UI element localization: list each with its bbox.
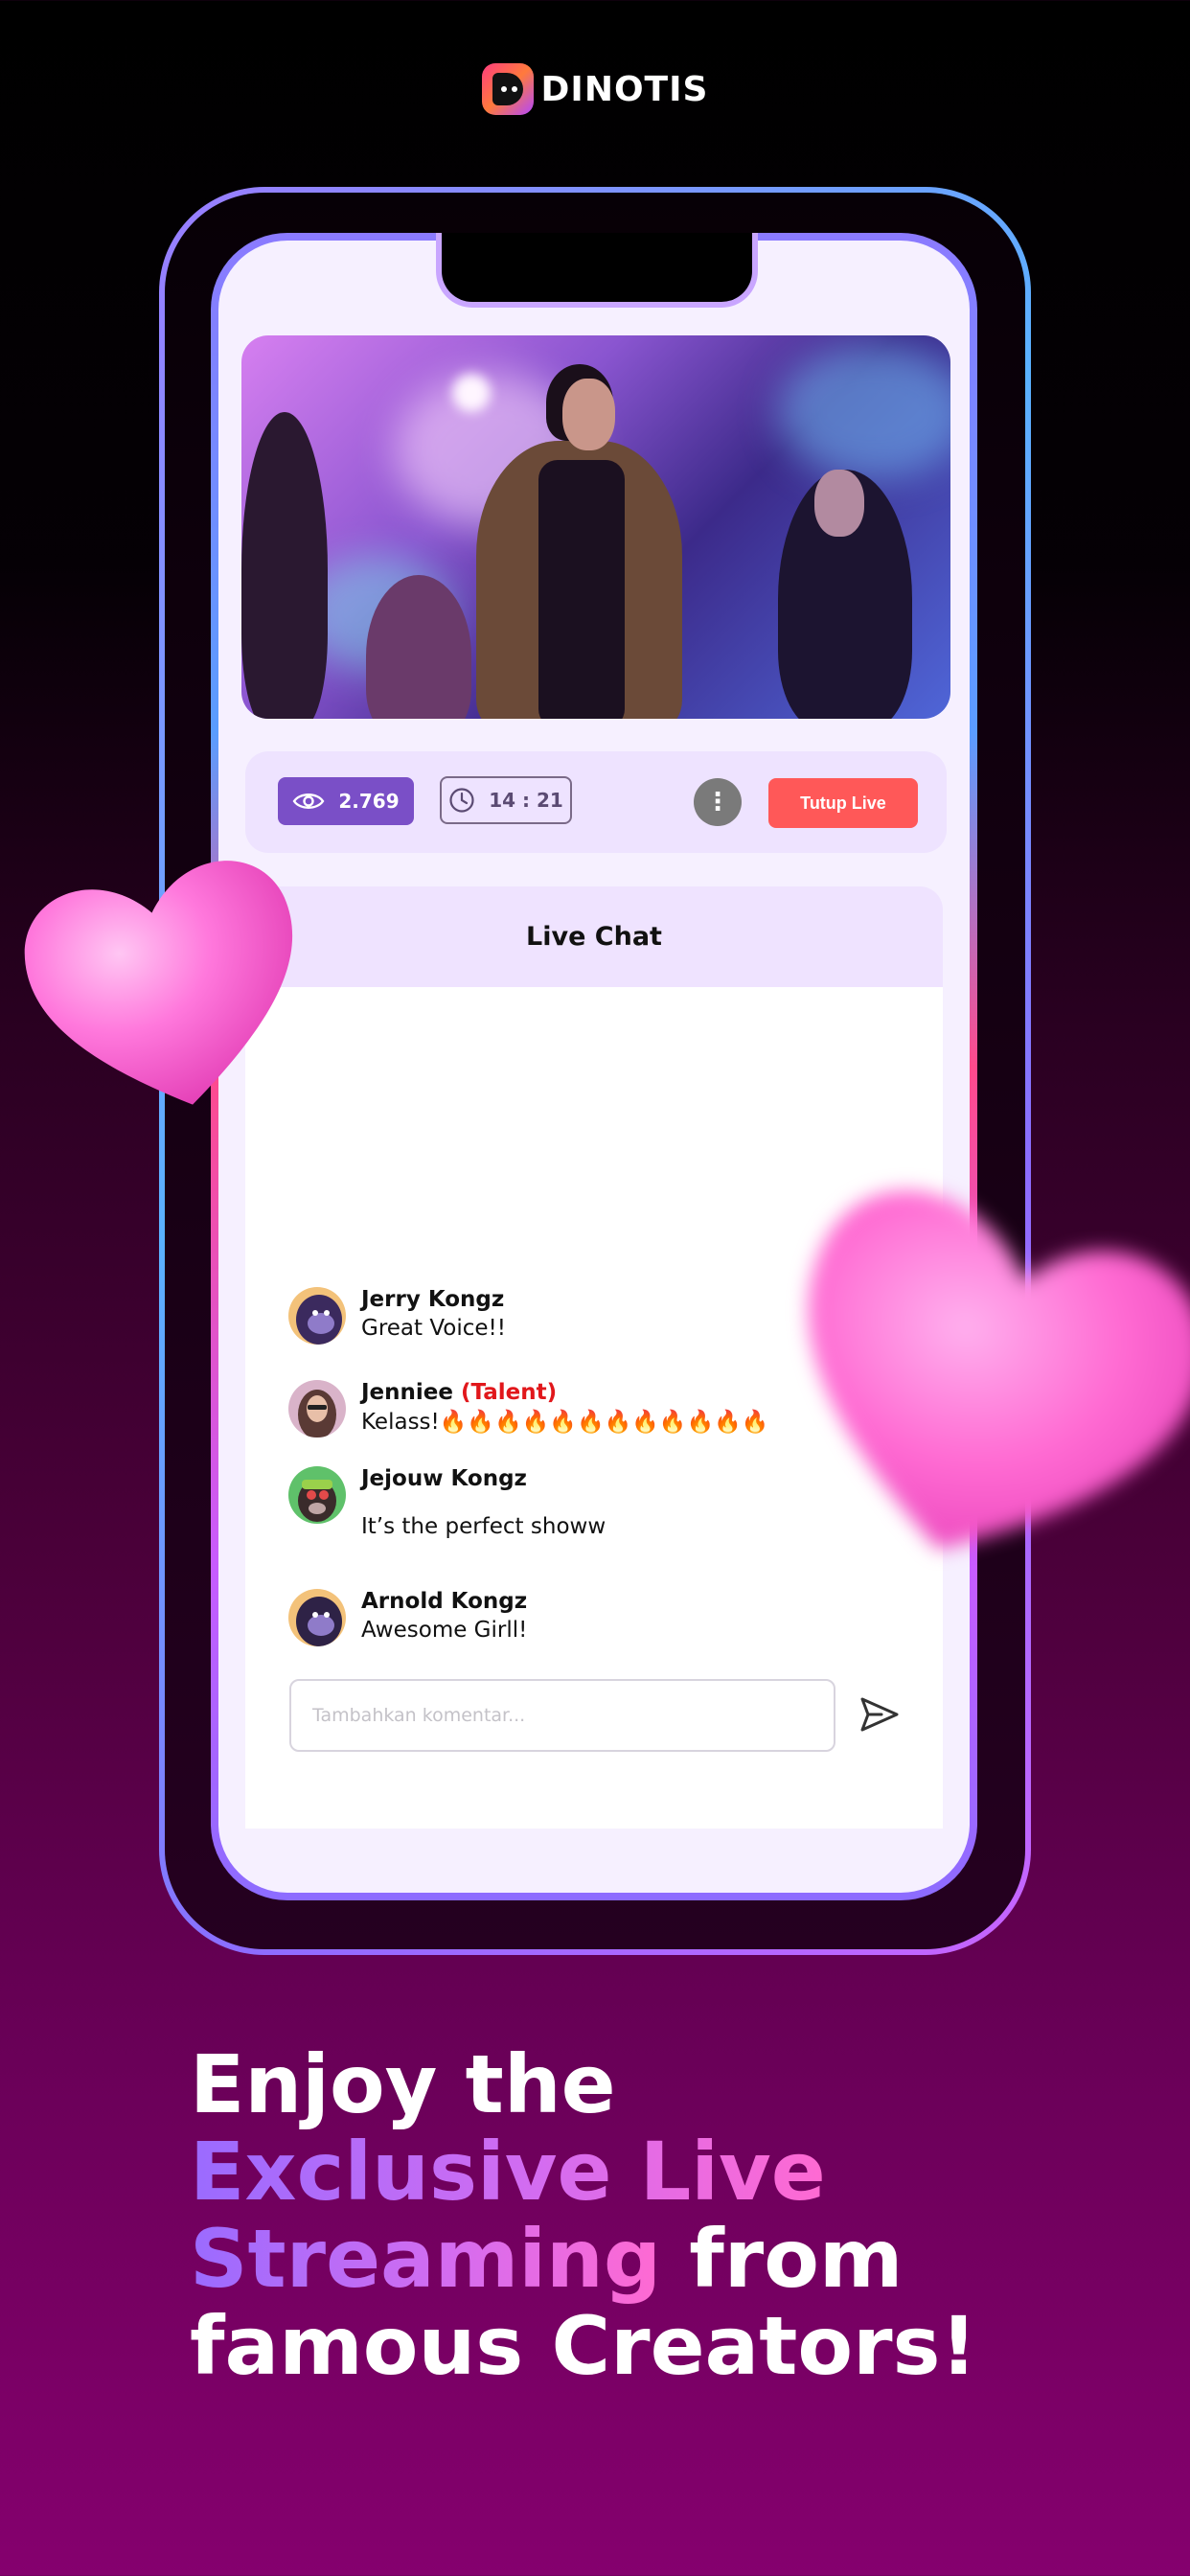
gorilla-avatar — [288, 1287, 346, 1345]
timer-value: 14 : 21 — [489, 789, 563, 812]
chat-message-text: Great Voice!! — [361, 1316, 506, 1341]
send-icon — [860, 1697, 899, 1731]
chat-username: Jenniee (Talent) — [361, 1380, 768, 1405]
headline-highlight-1: Exclusive Live — [190, 2125, 826, 2219]
eye-icon — [292, 794, 325, 809]
chat-message-text: Kelass!🔥🔥🔥🔥🔥🔥🔥🔥🔥🔥🔥🔥 — [361, 1410, 769, 1435]
gorilla-avatar — [288, 1589, 346, 1646]
chat-message: Jerry Kongz Great Voice!! — [288, 1287, 506, 1345]
ape-headphones-avatar — [288, 1466, 346, 1524]
clock-icon — [449, 788, 474, 813]
headline-line-3-rest: from — [660, 2212, 904, 2306]
headline-highlight-2: Streaming — [190, 2212, 661, 2306]
woman-avatar — [288, 1380, 346, 1438]
viewer-count: 2.769 — [338, 790, 400, 813]
more-options-button[interactable]: ⋮ — [694, 778, 742, 826]
comment-input[interactable] — [289, 1679, 835, 1752]
talent-tag: (Talent) — [461, 1380, 558, 1405]
chat-username: Jerry Kongz — [361, 1287, 505, 1312]
viewer-count-badge: 2.769 — [278, 777, 414, 825]
dinotis-logo-icon — [481, 63, 534, 115]
brand-name: DINOTIS — [540, 69, 709, 109]
end-live-button[interactable]: Tutup Live — [768, 778, 918, 828]
chat-message: Jejouw Kongz It’s the perfect showw — [288, 1466, 606, 1539]
headline: Enjoy the Exclusive Live Streaming from … — [190, 2041, 1148, 2390]
live-chat-title: Live Chat — [526, 922, 662, 952]
headline-line-1: Enjoy the — [190, 2037, 616, 2131]
headline-line-4: famous Creators! — [190, 2299, 977, 2393]
chat-message: Jenniee (Talent) Kelass!🔥🔥🔥🔥🔥🔥🔥🔥🔥🔥🔥🔥 — [288, 1380, 768, 1438]
live-chat-header: Live Chat — [245, 886, 943, 987]
chat-message: Arnold Kongz Awesome Girll! — [288, 1589, 527, 1646]
send-button[interactable] — [857, 1692, 903, 1738]
live-video[interactable] — [241, 335, 950, 719]
chat-message-text: It’s the perfect showw — [361, 1514, 606, 1539]
heart-decoration-icon — [808, 1190, 1190, 1550]
heart-decoration-icon — [24, 861, 292, 1105]
more-vertical-icon: ⋮ — [705, 788, 730, 816]
chat-username: Jejouw Kongz — [361, 1466, 527, 1491]
stream-timer: 14 : 21 — [440, 776, 572, 824]
chat-message-text: Awesome Girll! — [361, 1618, 528, 1643]
chat-username-text: Jenniee — [361, 1380, 453, 1405]
stream-stats-bar: 2.769 14 : 21 ⋮ Tutup Live — [245, 751, 947, 853]
brand-logo: DINOTIS — [0, 63, 1190, 115]
chat-username: Arnold Kongz — [361, 1589, 528, 1614]
phone-notch — [436, 233, 758, 308]
